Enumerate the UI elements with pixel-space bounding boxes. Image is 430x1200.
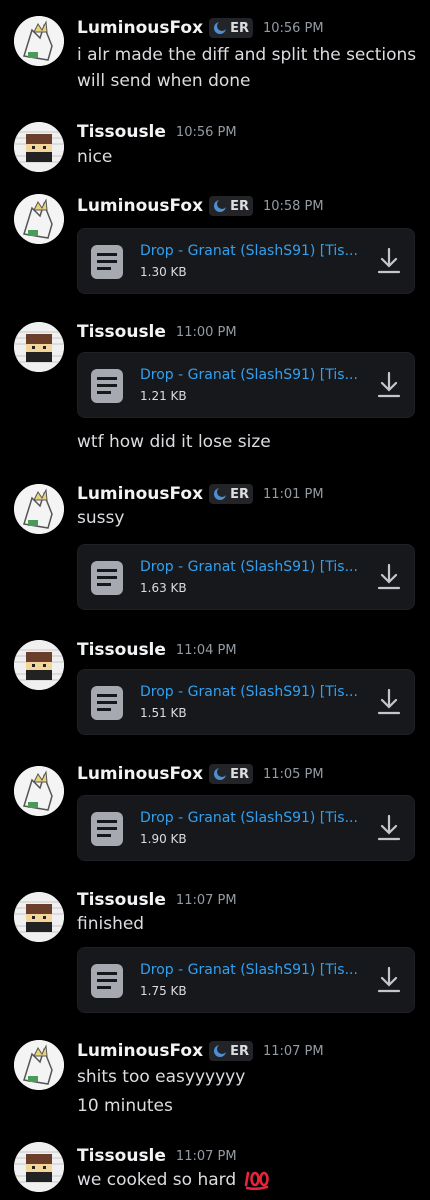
avatar-luminousfox[interactable] (14, 484, 64, 534)
file-name-link[interactable]: Drop - Granat (SlashS91) [Tis... (140, 962, 358, 978)
message-text-row: we cooked so hard (77, 1167, 270, 1193)
username[interactable]: LuminousFox (77, 484, 203, 504)
timestamp: 10:56 PM (262, 20, 324, 36)
server-tag[interactable]: ER (209, 484, 253, 504)
username[interactable]: Tissousle (77, 122, 166, 142)
server-tag[interactable]: ER (209, 764, 253, 784)
file-name-link[interactable]: Drop - Granat (SlashS91) [Tis... (140, 367, 358, 383)
server-tag-label: ER (230, 20, 249, 36)
timestamp: 11:01 PM (262, 486, 324, 502)
moon-tag-icon (214, 21, 228, 34)
timestamp: 11:05 PM (262, 766, 324, 782)
file-attachment[interactable]: Drop - Granat (SlashS91) [Tis... 1.75 KB (77, 947, 415, 1013)
avatar-luminousfox[interactable] (14, 1040, 64, 1090)
timestamp: 10:56 PM (175, 124, 237, 140)
avatar-tissousle[interactable] (14, 892, 64, 942)
timestamp: 11:07 PM (175, 892, 237, 908)
moon-tag-icon (214, 767, 228, 780)
avatar-luminousfox[interactable] (14, 194, 64, 244)
download-icon[interactable] (376, 966, 402, 994)
username[interactable]: LuminousFox (77, 196, 203, 216)
download-icon[interactable] (376, 688, 402, 716)
file-attachment[interactable]: Drop - Granat (SlashS91) [Tis... 1.51 KB (77, 669, 415, 735)
file-size: 1.30 KB (140, 265, 187, 279)
message-text: nice (77, 147, 113, 167)
username[interactable]: LuminousFox (77, 1041, 203, 1061)
download-icon[interactable] (376, 814, 402, 842)
username[interactable]: Tissousle (77, 890, 166, 910)
timestamp: 11:04 PM (175, 642, 237, 658)
download-icon[interactable] (376, 371, 402, 399)
message-text: i alr made the diff and split the sectio… (77, 45, 417, 65)
file-text-icon (91, 369, 123, 403)
file-size: 1.75 KB (140, 984, 187, 998)
download-icon[interactable] (376, 247, 402, 275)
server-tag[interactable]: ER (209, 1041, 253, 1061)
file-attachment[interactable]: Drop - Granat (SlashS91) [Tis... 1.90 KB (77, 795, 415, 861)
timestamp: 11:07 PM (175, 1148, 237, 1164)
file-name-link[interactable]: Drop - Granat (SlashS91) [Tis... (140, 243, 358, 259)
file-text-icon (91, 561, 123, 595)
server-tag-label: ER (230, 486, 249, 502)
file-text-icon (91, 245, 123, 279)
message-text: sussy (77, 508, 125, 528)
file-text-icon (91, 686, 123, 720)
timestamp: 11:00 PM (175, 324, 237, 340)
timestamp: 10:58 PM (262, 198, 324, 214)
file-attachment[interactable]: Drop - Granat (SlashS91) [Tis... 1.30 KB (77, 228, 415, 294)
file-size: 1.63 KB (140, 581, 187, 595)
avatar-tissousle[interactable] (14, 122, 64, 172)
server-tag-label: ER (230, 1043, 249, 1059)
file-attachment[interactable]: Drop - Granat (SlashS91) [Tis... 1.63 KB (77, 544, 415, 610)
timestamp: 11:07 PM (262, 1043, 324, 1059)
file-name-link[interactable]: Drop - Granat (SlashS91) [Tis... (140, 559, 358, 575)
server-tag-label: ER (230, 766, 249, 782)
hundred-points-emoji (244, 1171, 269, 1191)
download-icon[interactable] (376, 563, 402, 591)
file-name-link[interactable]: Drop - Granat (SlashS91) [Tis... (140, 684, 358, 700)
message-text: we cooked so hard (77, 1170, 237, 1190)
message-text: shits too easyyyyyy (77, 1067, 246, 1087)
server-tag-label: ER (230, 198, 249, 214)
username[interactable]: Tissousle (77, 1146, 166, 1166)
file-size: 1.51 KB (140, 706, 187, 720)
moon-tag-icon (214, 199, 228, 212)
file-text-icon (91, 812, 123, 846)
file-name-link[interactable]: Drop - Granat (SlashS91) [Tis... (140, 810, 358, 826)
server-tag[interactable]: ER (209, 196, 253, 216)
avatar-tissousle[interactable] (14, 322, 64, 372)
moon-tag-icon (214, 1044, 228, 1057)
file-size: 1.90 KB (140, 832, 187, 846)
username[interactable]: Tissousle (77, 640, 166, 660)
username[interactable]: Tissousle (77, 322, 166, 342)
moon-tag-icon (214, 487, 228, 500)
message-text: 10 minutes (77, 1096, 173, 1116)
avatar-tissousle[interactable] (14, 640, 64, 690)
message-text: finished (77, 914, 145, 934)
avatar-tissousle[interactable] (14, 1142, 64, 1192)
file-attachment[interactable]: Drop - Granat (SlashS91) [Tis... 1.21 KB (77, 352, 415, 418)
file-size: 1.21 KB (140, 389, 187, 403)
avatar-luminousfox[interactable] (14, 766, 64, 816)
username[interactable]: LuminousFox (77, 18, 203, 38)
server-tag[interactable]: ER (209, 18, 253, 38)
file-text-icon (91, 964, 123, 998)
message-text: will send when done (77, 71, 251, 91)
avatar-luminousfox[interactable] (14, 16, 64, 66)
message-text: wtf how did it lose size (77, 432, 271, 452)
username[interactable]: LuminousFox (77, 764, 203, 784)
